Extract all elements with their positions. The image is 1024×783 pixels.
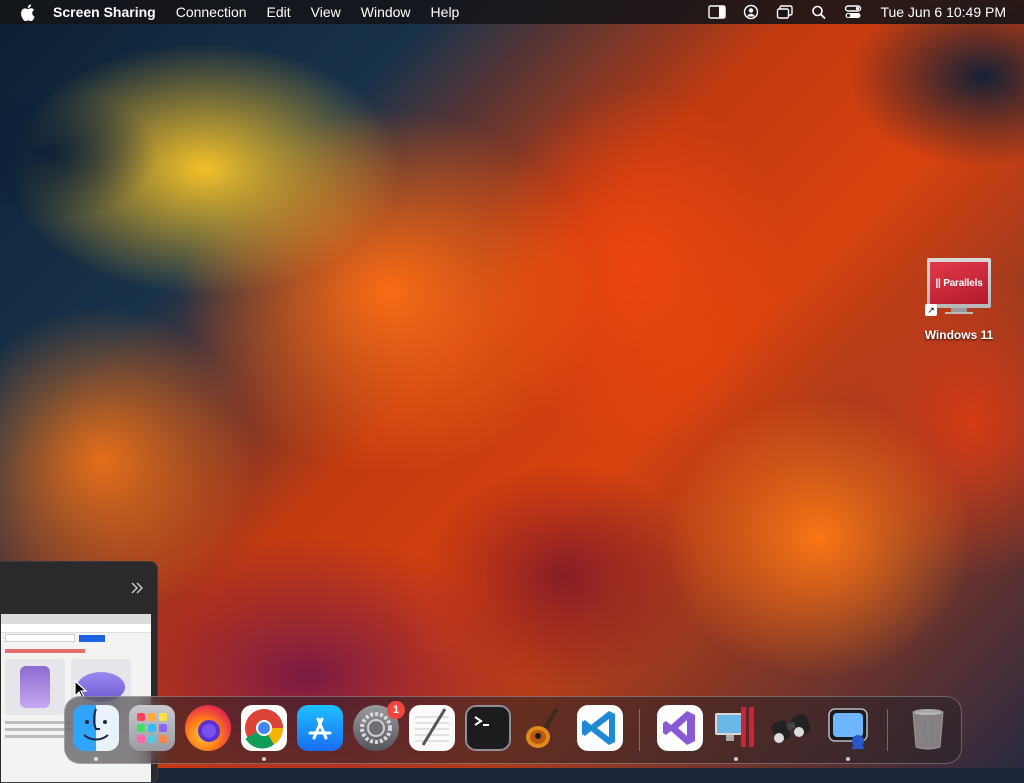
trash-icon xyxy=(905,705,951,751)
control-center-icon[interactable] xyxy=(844,4,862,20)
parallels-vm-icon: || Parallels ↗ xyxy=(925,256,991,316)
menu-help[interactable]: Help xyxy=(431,0,460,24)
dock-chrome[interactable] xyxy=(241,705,287,751)
notification-badge: 1 xyxy=(387,701,405,719)
desktop-icon-label: Windows 11 xyxy=(924,328,994,342)
dock-trash[interactable] xyxy=(905,705,951,751)
parallels-logo-text: || Parallels xyxy=(935,277,983,289)
menubar-clock[interactable]: Tue Jun 6 10:49 PM xyxy=(880,4,1006,20)
dock-network-radar[interactable] xyxy=(769,705,815,751)
dock-vscode[interactable] xyxy=(577,705,623,751)
dock-terminal[interactable] xyxy=(465,705,511,751)
spotlight-search-icon[interactable] xyxy=(810,4,828,20)
screen-sharing-icon xyxy=(825,705,871,751)
dock-garageband[interactable] xyxy=(521,705,567,751)
vscode-icon xyxy=(577,705,623,751)
dock-system-settings[interactable]: 1 xyxy=(353,701,405,751)
dock-finder[interactable] xyxy=(73,705,119,751)
dock-screen-sharing[interactable] xyxy=(825,705,871,751)
dock-firefox[interactable] xyxy=(185,705,231,751)
window-toolbar xyxy=(0,562,157,614)
dock-visual-studio[interactable] xyxy=(657,705,703,751)
user-account-icon[interactable] xyxy=(742,4,760,20)
dock-launchpad[interactable] xyxy=(129,705,175,751)
launchpad-icon xyxy=(129,705,175,751)
sidebar-toggle-icon[interactable] xyxy=(708,4,727,20)
screen-mirroring-icon[interactable] xyxy=(776,4,794,20)
menu-bar: Screen Sharing Connection Edit View Wind… xyxy=(0,0,1024,24)
menu-window[interactable]: Window xyxy=(361,0,411,24)
app-store-icon xyxy=(297,705,343,751)
alias-arrow-icon: ↗ xyxy=(925,304,937,316)
product-image xyxy=(5,659,65,715)
apple-menu-icon[interactable] xyxy=(16,0,38,24)
visual-studio-icon xyxy=(657,705,703,751)
dock-textedit[interactable] xyxy=(409,705,455,751)
menu-edit[interactable]: Edit xyxy=(267,0,291,24)
chevron-double-right-icon[interactable] xyxy=(129,580,145,596)
firefox-icon xyxy=(185,705,231,751)
parallels-icon xyxy=(713,705,759,751)
desktop-icon-windows-11[interactable]: || Parallels ↗ Windows 11 xyxy=(912,256,1006,342)
finder-icon xyxy=(73,705,119,751)
dock-app-store[interactable] xyxy=(297,705,343,751)
menu-connection[interactable]: Connection xyxy=(176,0,247,24)
menu-view[interactable]: View xyxy=(311,0,341,24)
dock: 1 xyxy=(64,696,962,764)
guitar-icon xyxy=(521,705,567,751)
textedit-icon xyxy=(409,705,455,751)
chrome-icon xyxy=(241,705,287,751)
app-menu-screen-sharing[interactable]: Screen Sharing xyxy=(53,0,156,24)
terminal-icon xyxy=(465,705,511,751)
dock-parallels-desktop[interactable] xyxy=(713,705,759,751)
binoculars-icon xyxy=(769,705,815,751)
